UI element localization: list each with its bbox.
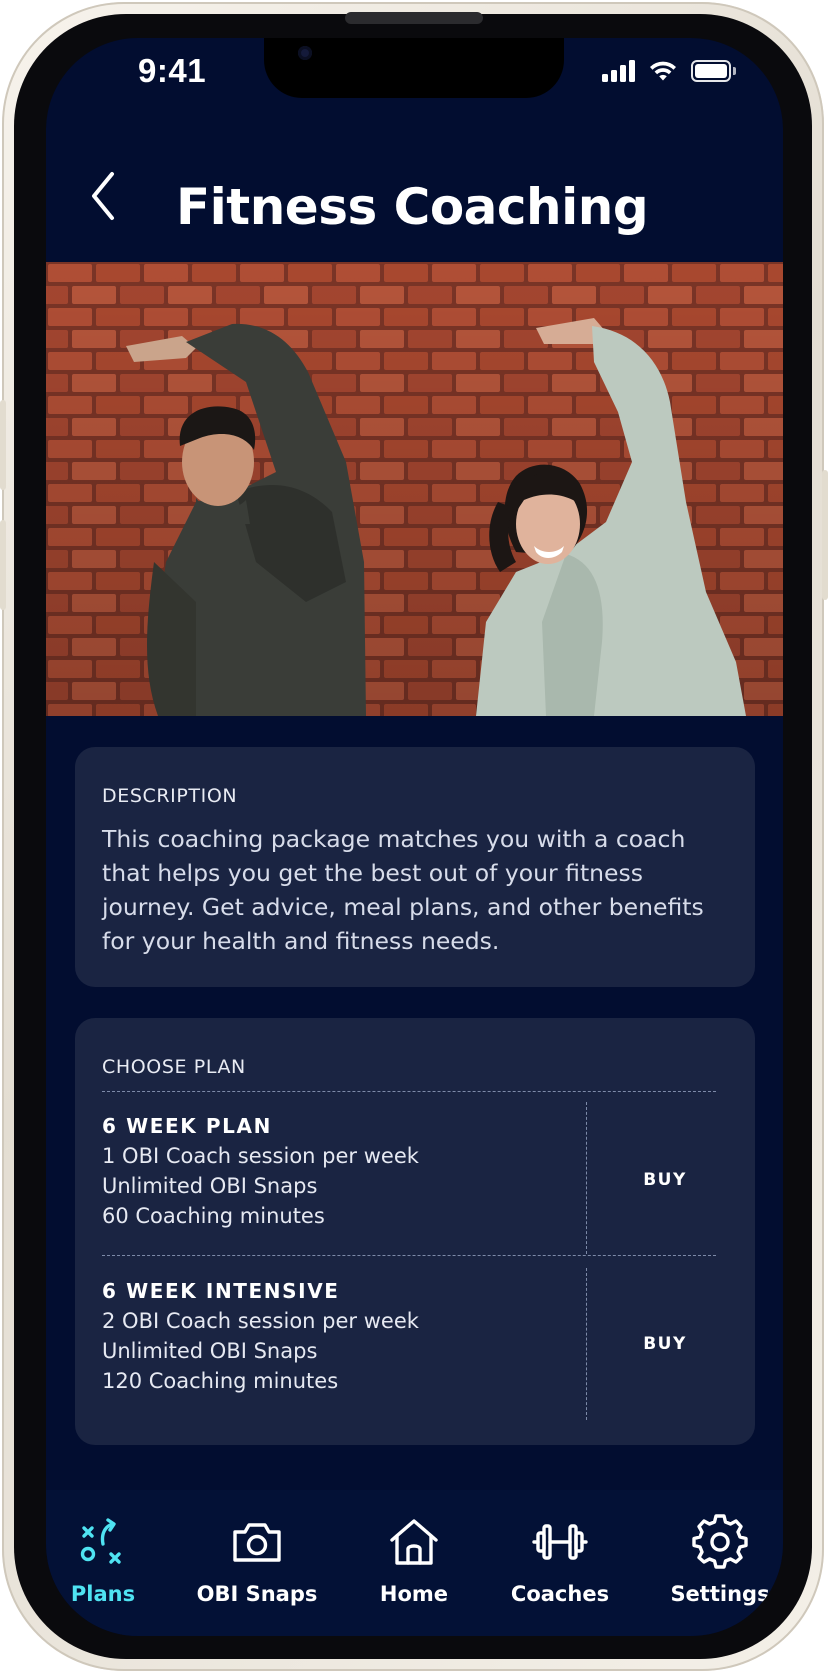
- plan-title: 6 WEEK INTENSIVE: [102, 1279, 340, 1303]
- volume-button: [0, 400, 6, 490]
- dynamic-island: [264, 38, 564, 98]
- app-screen: 9:41 Fitness Coaching DESCRIPTION This c…: [46, 38, 783, 1636]
- status-icons: [602, 58, 737, 84]
- tab-label: Coaches: [510, 1582, 610, 1606]
- wifi-icon: [650, 61, 676, 81]
- tab-label: Home: [379, 1582, 449, 1606]
- power-button: [822, 470, 828, 600]
- fitness-couple-photo: [46, 262, 783, 716]
- plan-feature: 2 OBI Coach session per week: [102, 1309, 419, 1333]
- divider: [102, 1255, 716, 1256]
- dumbbell-icon: [532, 1524, 588, 1560]
- speaker-grille: [345, 12, 483, 24]
- camera-icon: [233, 1523, 281, 1562]
- chevron-left-icon: [92, 172, 114, 220]
- description-card: DESCRIPTION This coaching package matche…: [75, 747, 755, 987]
- tab-plans[interactable]: Plans: [46, 1514, 173, 1610]
- plan-feature: Unlimited OBI Snaps: [102, 1174, 318, 1198]
- divider: [586, 1102, 587, 1254]
- plan-feature: 60 Coaching minutes: [102, 1204, 325, 1228]
- gear-icon: [692, 1514, 748, 1569]
- plan-feature: 1 OBI Coach session per week: [102, 1144, 419, 1168]
- home-icon: [390, 1519, 438, 1565]
- front-camera-icon: [298, 46, 312, 60]
- choose-plan-card: CHOOSE PLAN 6 WEEK PLAN 1 OBI Coach sess…: [75, 1018, 755, 1445]
- status-time: 9:41: [138, 52, 207, 89]
- plan-feature: 120 Coaching minutes: [102, 1369, 339, 1393]
- tab-label: Settings: [670, 1582, 770, 1606]
- divider: [102, 1091, 716, 1092]
- tab-home[interactable]: Home: [344, 1514, 484, 1610]
- buy-button[interactable]: BUY: [610, 1321, 720, 1365]
- tab-settings[interactable]: Settings: [650, 1514, 783, 1610]
- description-label: DESCRIPTION: [102, 785, 238, 807]
- page-title: Fitness Coaching: [176, 178, 649, 236]
- plan-feature: Unlimited OBI Snaps: [102, 1339, 318, 1363]
- hero-image: [46, 262, 783, 716]
- plans-strategy-icon: [80, 1518, 121, 1564]
- tab-label: Plans: [70, 1582, 136, 1606]
- divider: [586, 1268, 587, 1420]
- back-button[interactable]: [88, 170, 118, 222]
- battery-icon: [691, 60, 737, 82]
- buy-button[interactable]: BUY: [610, 1157, 720, 1201]
- tab-label: OBI Snaps: [196, 1582, 318, 1606]
- cellular-signal-icon: [602, 60, 635, 82]
- tab-coaches[interactable]: Coaches: [490, 1514, 630, 1610]
- choose-plan-label: CHOOSE PLAN: [102, 1056, 246, 1078]
- volume-button: [0, 520, 6, 610]
- tab-bar: Plans OBI Snaps Home Coaches Settings: [46, 1490, 783, 1636]
- plan-title: 6 WEEK PLAN: [102, 1114, 272, 1138]
- description-text: This coaching package matches you with a…: [102, 825, 704, 955]
- tab-obi-snaps[interactable]: OBI Snaps: [187, 1514, 327, 1610]
